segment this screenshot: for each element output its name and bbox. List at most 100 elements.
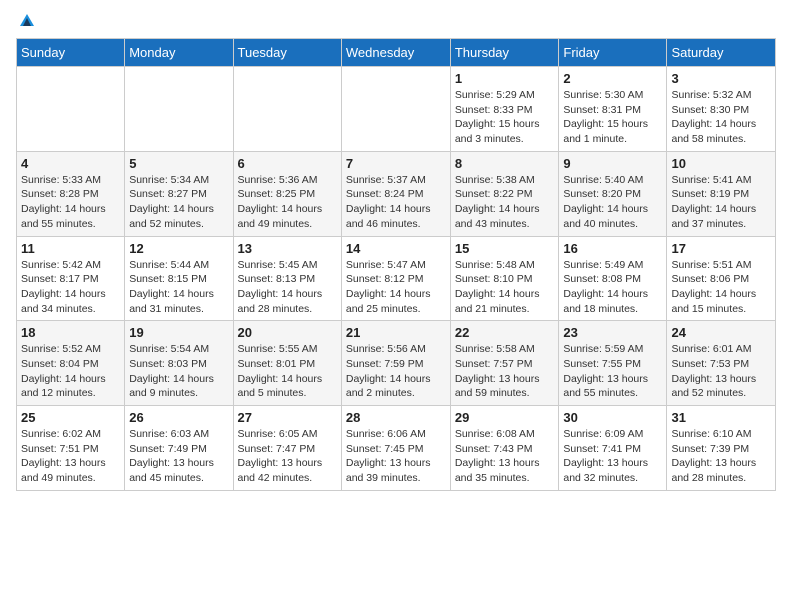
calendar-cell: 11Sunrise: 5:42 AMSunset: 8:17 PMDayligh… [17,236,125,321]
calendar-cell: 1Sunrise: 5:29 AMSunset: 8:33 PMDaylight… [450,67,559,152]
calendar-cell: 26 Sunrise: 6:03 AMSunset: 7:49 PMDayligh… [125,406,233,491]
day-number: 19 [129,325,228,340]
day-info: Sunrise: 6:05 AMSunset: 7:47 PMDaylight:… [238,427,337,486]
day-number: 16 [563,241,662,256]
day-number: 18 [21,325,120,340]
calendar-cell: 2 Sunrise: 5:30 AMSunset: 8:31 PMDaylight… [559,67,667,152]
day-number: 14 [346,241,446,256]
calendar-week-row: 18 Sunrise: 5:52 AMSunset: 8:04 PMDayligh… [17,321,776,406]
day-info: Sunrise: 6:09 AMSunset: 7:41 PMDaylight:… [563,427,662,486]
day-info: Sunrise: 5:40 AMSunset: 8:20 PMDaylight:… [563,173,662,232]
day-info: Sunrise: 5:30 AMSunset: 8:31 PMDaylight:… [563,88,662,147]
calendar-header-thursday: Thursday [450,39,559,67]
day-info: Sunrise: 5:54 AMSunset: 8:03 PMDaylight:… [129,342,228,401]
calendar-header-tuesday: Tuesday [233,39,341,67]
day-info: Sunrise: 6:01 AMSunset: 7:53 PMDaylight:… [671,342,771,401]
calendar-cell: 14 Sunrise: 5:47 AMSunset: 8:12 PMDayligh… [341,236,450,321]
day-number: 29 [455,410,555,425]
calendar-cell: 4 Sunrise: 5:33 AMSunset: 8:28 PMDaylight… [17,151,125,236]
calendar-cell: 5Sunrise: 5:34 AMSunset: 8:27 PMDaylight… [125,151,233,236]
day-info: Sunrise: 5:48 AMSunset: 8:10 PMDaylight:… [455,258,555,317]
day-number: 4 [21,156,120,171]
calendar-header-row: SundayMondayTuesdayWednesdayThursdayFrid… [17,39,776,67]
day-info: Sunrise: 6:03 AMSunset: 7:49 PMDaylight:… [129,427,228,486]
day-number: 17 [671,241,771,256]
day-info: Sunrise: 5:49 AMSunset: 8:08 PMDaylight:… [563,258,662,317]
day-info: Sunrise: 5:34 AMSunset: 8:27 PMDaylight:… [129,173,228,232]
calendar-header-saturday: Saturday [667,39,776,67]
day-number: 11 [21,241,120,256]
calendar-cell: 19 Sunrise: 5:54 AMSunset: 8:03 PMDayligh… [125,321,233,406]
day-info: Sunrise: 6:02 AMSunset: 7:51 PMDaylight:… [21,427,120,486]
calendar-cell [125,67,233,152]
calendar-cell: 28 Sunrise: 6:06 AMSunset: 7:45 PMDayligh… [341,406,450,491]
day-info: Sunrise: 5:38 AMSunset: 8:22 PMDaylight:… [455,173,555,232]
calendar-week-row: 25 Sunrise: 6:02 AMSunset: 7:51 PMDayligh… [17,406,776,491]
calendar-cell: 21 Sunrise: 5:56 AMSunset: 7:59 PMDayligh… [341,321,450,406]
calendar-header-friday: Friday [559,39,667,67]
calendar-header-wednesday: Wednesday [341,39,450,67]
calendar-cell: 29 Sunrise: 6:08 AMSunset: 7:43 PMDayligh… [450,406,559,491]
calendar-cell: 7Sunrise: 5:37 AMSunset: 8:24 PMDaylight… [341,151,450,236]
calendar-cell: 31Sunrise: 6:10 AMSunset: 7:39 PMDayligh… [667,406,776,491]
day-number: 31 [671,410,771,425]
day-info: Sunrise: 5:36 AMSunset: 8:25 PMDaylight:… [238,173,337,232]
calendar-cell: 25 Sunrise: 6:02 AMSunset: 7:51 PMDayligh… [17,406,125,491]
calendar-cell: 6 Sunrise: 5:36 AMSunset: 8:25 PMDaylight… [233,151,341,236]
day-info: Sunrise: 5:58 AMSunset: 7:57 PMDaylight:… [455,342,555,401]
calendar-cell: 12 Sunrise: 5:44 AMSunset: 8:15 PMDayligh… [125,236,233,321]
calendar-cell: 15 Sunrise: 5:48 AMSunset: 8:10 PMDayligh… [450,236,559,321]
calendar-cell: 3Sunrise: 5:32 AMSunset: 8:30 PMDaylight… [667,67,776,152]
day-number: 8 [455,156,555,171]
day-number: 10 [671,156,771,171]
day-info: Sunrise: 6:06 AMSunset: 7:45 PMDaylight:… [346,427,446,486]
day-number: 3 [671,71,771,86]
day-info: Sunrise: 5:47 AMSunset: 8:12 PMDaylight:… [346,258,446,317]
day-number: 1 [455,71,555,86]
logo [16,16,36,30]
calendar-cell: 16 Sunrise: 5:49 AMSunset: 8:08 PMDayligh… [559,236,667,321]
day-number: 24 [671,325,771,340]
day-number: 20 [238,325,337,340]
day-info: Sunrise: 5:37 AMSunset: 8:24 PMDaylight:… [346,173,446,232]
calendar-week-row: 4 Sunrise: 5:33 AMSunset: 8:28 PMDaylight… [17,151,776,236]
calendar-week-row: 11Sunrise: 5:42 AMSunset: 8:17 PMDayligh… [17,236,776,321]
calendar-cell: 9 Sunrise: 5:40 AMSunset: 8:20 PMDaylight… [559,151,667,236]
day-number: 2 [563,71,662,86]
day-info: Sunrise: 5:52 AMSunset: 8:04 PMDaylight:… [21,342,120,401]
calendar-week-row: 1Sunrise: 5:29 AMSunset: 8:33 PMDaylight… [17,67,776,152]
calendar-cell: 20Sunrise: 5:55 AMSunset: 8:01 PMDayligh… [233,321,341,406]
calendar-cell [233,67,341,152]
calendar-cell [341,67,450,152]
calendar-cell: 24 Sunrise: 6:01 AMSunset: 7:53 PMDayligh… [667,321,776,406]
day-info: Sunrise: 5:45 AMSunset: 8:13 PMDaylight:… [238,258,337,317]
calendar-cell: 17 Sunrise: 5:51 AMSunset: 8:06 PMDayligh… [667,236,776,321]
page-header [16,16,776,30]
logo-icon [18,12,36,30]
day-info: Sunrise: 5:44 AMSunset: 8:15 PMDaylight:… [129,258,228,317]
day-number: 30 [563,410,662,425]
day-info: Sunrise: 5:51 AMSunset: 8:06 PMDaylight:… [671,258,771,317]
day-number: 22 [455,325,555,340]
day-info: Sunrise: 5:56 AMSunset: 7:59 PMDaylight:… [346,342,446,401]
day-number: 27 [238,410,337,425]
calendar-cell: 23Sunrise: 5:59 AMSunset: 7:55 PMDayligh… [559,321,667,406]
day-number: 25 [21,410,120,425]
calendar-cell: 18 Sunrise: 5:52 AMSunset: 8:04 PMDayligh… [17,321,125,406]
calendar-cell: 27 Sunrise: 6:05 AMSunset: 7:47 PMDayligh… [233,406,341,491]
day-info: Sunrise: 5:33 AMSunset: 8:28 PMDaylight:… [21,173,120,232]
calendar-cell: 10Sunrise: 5:41 AMSunset: 8:19 PMDayligh… [667,151,776,236]
day-number: 15 [455,241,555,256]
day-number: 21 [346,325,446,340]
day-number: 12 [129,241,228,256]
day-info: Sunrise: 6:08 AMSunset: 7:43 PMDaylight:… [455,427,555,486]
day-number: 9 [563,156,662,171]
day-number: 23 [563,325,662,340]
day-number: 6 [238,156,337,171]
day-number: 26 [129,410,228,425]
calendar-table: SundayMondayTuesdayWednesdayThursdayFrid… [16,38,776,491]
calendar-cell: 22 Sunrise: 5:58 AMSunset: 7:57 PMDayligh… [450,321,559,406]
calendar-cell: 13Sunrise: 5:45 AMSunset: 8:13 PMDayligh… [233,236,341,321]
calendar-cell [17,67,125,152]
day-number: 28 [346,410,446,425]
